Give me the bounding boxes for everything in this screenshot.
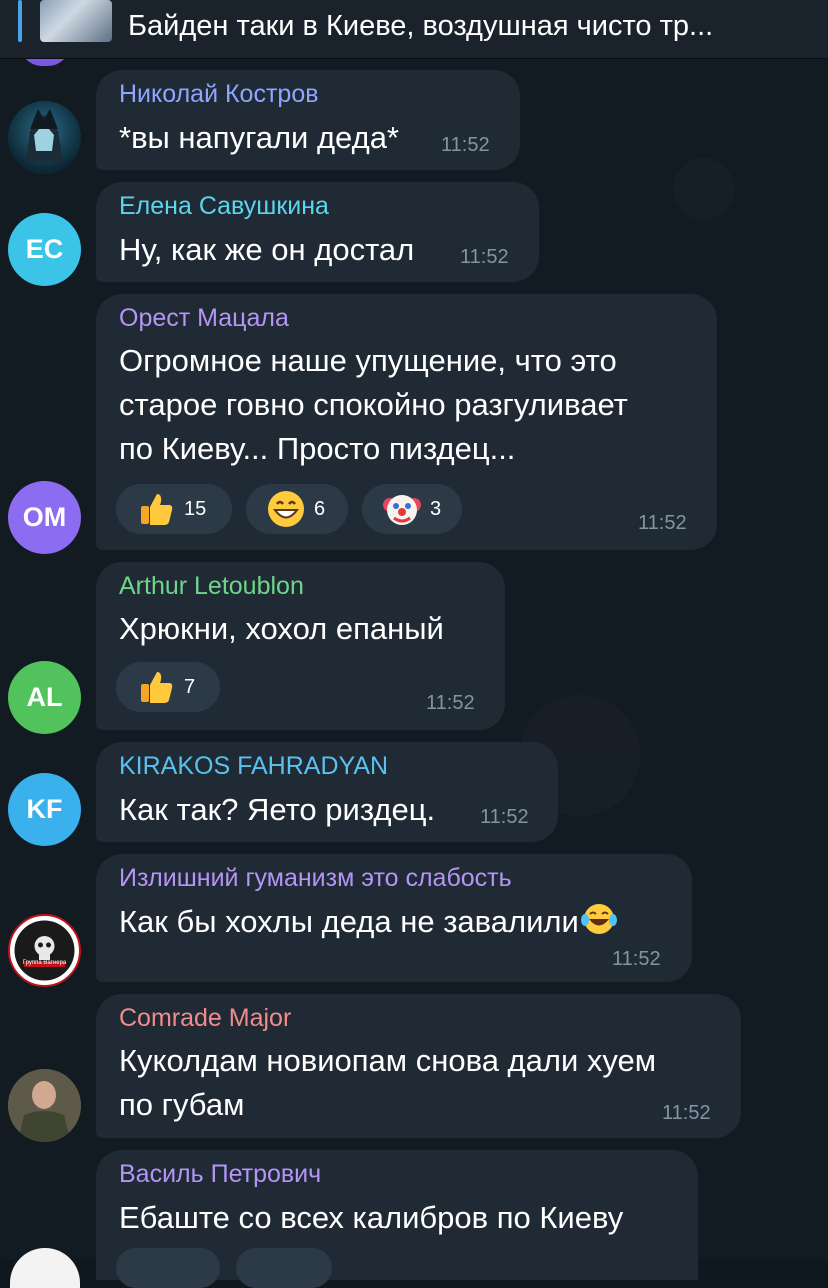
avatar-initials: KF [26, 794, 63, 824]
message-author[interactable]: Орест Мацала [119, 304, 289, 333]
message-author[interactable]: Arthur Letoublon [119, 572, 304, 601]
message-time: 11:52 [460, 246, 509, 268]
thumbs-up-icon [136, 489, 176, 529]
message-time: 11:52 [426, 692, 475, 714]
wagner-logo-icon [14, 920, 75, 981]
message-author[interactable]: KIRAKOS FAHRADYAN [119, 752, 388, 781]
avatar[interactable] [8, 101, 81, 174]
message-author[interactable]: Елена Савушкина [119, 192, 329, 221]
avatar[interactable] [8, 1069, 81, 1142]
reaction-count: 15 [184, 497, 207, 520]
message-text: Хрюкни, хохол епаный [119, 611, 444, 646]
avatar-caption: Группа Вагнера [22, 960, 67, 966]
reaction-count: 3 [430, 497, 442, 520]
message-bubble[interactable]: Излишний гуманизм это слабость Как бы хо… [96, 854, 692, 982]
reaction-count: 6 [314, 497, 326, 520]
pinned-message-bar[interactable]: Байден таки в Киеве, воздушная чисто тр.… [0, 0, 828, 59]
message-text-content: Как бы хохлы деда не завалили [119, 904, 579, 939]
message-text: Как бы хохлы деда не завалили [119, 900, 619, 948]
avatar[interactable]: EC [8, 213, 81, 286]
message-text-line: старое говно спокойно разгуливает [119, 387, 628, 422]
clown-icon [382, 489, 422, 529]
message-bubble[interactable]: Comrade Major Куколдам новиопам снова да… [96, 994, 741, 1138]
message-text-line: по губам [119, 1087, 245, 1122]
reaction-grin[interactable]: 6 [246, 484, 348, 534]
reaction-count: 7 [184, 675, 196, 698]
reaction-thumbs-up[interactable]: 15 [116, 484, 232, 534]
avatar-initials: OM [22, 502, 67, 532]
pinned-indicator [18, 0, 22, 42]
pinned-thumbnail [40, 0, 112, 42]
message-bubble[interactable]: Елена Савушкина Ну, как же он достал 11:… [96, 182, 539, 282]
message-text: Ебаште со всех калибров по Киеву [119, 1200, 624, 1235]
laughing-tears-icon [579, 902, 619, 948]
message-text-line: Куколдам новиопам снова дали хуем [119, 1043, 657, 1078]
message-bubble[interactable]: Arthur Letoublon Хрюкни, хохол епаный 7 … [96, 562, 505, 730]
message-text: *вы напугали деда* [119, 120, 399, 155]
message-text-line: Огромное наше упущение, что это [119, 343, 617, 378]
message-time: 11:52 [612, 948, 661, 970]
message-text: Как так? Яето риздец. [119, 792, 436, 827]
avatar[interactable]: Группа Вагнера [8, 914, 81, 987]
message-author[interactable]: Николай Костров [119, 80, 319, 109]
avatar[interactable]: OM [8, 481, 81, 554]
message-time: 11:52 [662, 1102, 711, 1124]
message-text: Ну, как же он достал [119, 232, 415, 267]
reaction-partial[interactable] [116, 1248, 220, 1288]
grin-icon [266, 489, 306, 529]
message-text-line: по Киеву... Просто пиздец... [119, 431, 516, 466]
avatar[interactable]: AL [8, 661, 81, 734]
message-bubble[interactable]: Николай Костров *вы напугали деда* 11:52 [96, 70, 520, 170]
message-time: 11:52 [480, 806, 529, 828]
pinned-text: Байден таки в Киеве, воздушная чисто тр.… [128, 10, 714, 42]
message-author[interactable]: Излишний гуманизм это слабость [119, 864, 512, 893]
avatar-initials: AL [26, 682, 63, 712]
message-time: 11:52 [638, 512, 687, 534]
person-photo-icon [8, 1069, 81, 1142]
message-bubble[interactable]: KIRAKOS FAHRADYAN Как так? Яето риздец. … [96, 742, 558, 842]
reaction-partial[interactable] [236, 1248, 332, 1288]
message-bubble[interactable]: Орест Мацала Огромное наше упущение, что… [96, 294, 717, 550]
thumbs-up-icon [136, 667, 176, 707]
message-bubble[interactable]: Василь Петрович Ебаште со всех калибров … [96, 1150, 698, 1288]
avatar[interactable]: KF [8, 773, 81, 846]
message-author[interactable]: Comrade Major [119, 1004, 291, 1033]
avatar-initials: EC [25, 234, 64, 264]
message-author[interactable]: Василь Петрович [119, 1160, 321, 1189]
reaction-clown[interactable]: 3 [362, 484, 462, 534]
anime-avatar-icon [26, 109, 63, 161]
message-time: 11:52 [441, 134, 490, 156]
reaction-thumbs-up[interactable]: 7 [116, 662, 220, 712]
